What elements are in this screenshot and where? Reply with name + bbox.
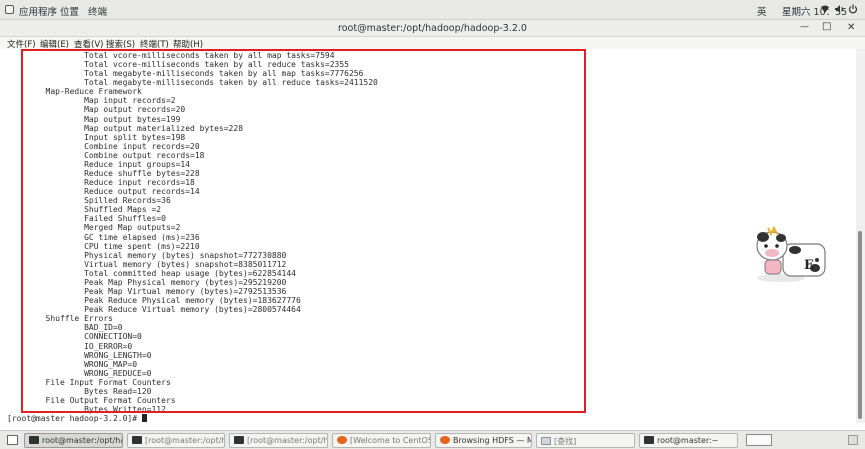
cow-mascot-image: E — [753, 220, 827, 284]
terminal-line: IO_ERROR=0 — [7, 341, 133, 351]
terminal-line: Map output records=20 — [7, 105, 186, 115]
terminal-icon — [132, 436, 142, 444]
terminal-line: Virtual memory (bytes) snapshot=83850117… — [7, 259, 287, 269]
terminal-line: Spilled Records=36 — [7, 196, 171, 206]
terminal-line: CPU time spent (ms)=2210 — [7, 241, 200, 251]
terminal-scrollbar[interactable] — [856, 49, 865, 423]
terminal-line: Map-Reduce Framework — [7, 87, 142, 97]
terminal-line: Input split bytes=198 — [7, 132, 186, 142]
terminal-line: WRONG_REDUCE=0 — [7, 368, 152, 378]
terminal-line: Reduce output records=14 — [7, 187, 200, 197]
text-cursor — [141, 414, 147, 423]
terminal-icon — [29, 436, 39, 444]
window-list-taskbar: root@master:/opt/hado... [root@master:/op… — [0, 430, 865, 449]
terminal-line: File Output Format Counters — [7, 395, 181, 405]
terminal-icon — [234, 436, 244, 444]
scrollbar-thumb[interactable] — [858, 231, 862, 419]
terminal-line: Map output bytes=199 — [7, 114, 181, 124]
maximize-button[interactable]: □ — [822, 21, 831, 32]
terminal-line: WRONG_MAP=0 — [7, 359, 138, 369]
terminal-prompt-line[interactable]: [root@master hadoop-3.2.0]# — [7, 414, 378, 423]
shell-prompt: [root@master hadoop-3.2.0]# — [7, 414, 142, 423]
places-menu[interactable]: 位置 — [60, 4, 79, 18]
search-window-icon — [541, 437, 551, 445]
terminal-app-menu[interactable]: 终端 — [88, 4, 107, 18]
taskbar-window-button[interactable]: root@master:~ — [639, 433, 738, 448]
terminal-line: Peak Reduce Physical memory (bytes)=1836… — [7, 296, 301, 306]
terminal-line: BAD_ID=0 — [7, 323, 123, 333]
taskbar-window-label: [root@master:/opt/hado... — [145, 436, 224, 445]
terminal-line: Reduce shuffle bytes=228 — [7, 169, 200, 179]
firefox-icon — [440, 436, 450, 444]
taskbar-window-label: root@master:/opt/hado... — [42, 436, 122, 445]
workspace-pager[interactable] — [746, 434, 772, 446]
top-panel: 应用程序 位置 终端 英 星期六 10：55 — [0, 0, 865, 20]
applications-menu[interactable]: 应用程序 — [19, 4, 57, 18]
terminal-line: WRONG_LENGTH=0 — [7, 350, 152, 360]
terminal-line: Combine input records=20 — [7, 141, 200, 151]
taskbar-window-label: Browsing HDFS — Mozil... — [453, 436, 531, 445]
terminal-line: CONNECTION=0 — [7, 332, 142, 342]
show-desktop-icon[interactable] — [7, 435, 18, 445]
terminal-line: Bytes Read=120 — [7, 386, 152, 396]
terminal-line: File Input Format Counters — [7, 377, 176, 387]
mascot-badge-letter: E — [804, 258, 814, 273]
terminal-line: Shuffled Maps =2 — [7, 205, 162, 215]
workspace-indicator[interactable] — [848, 435, 858, 445]
terminal-line: Total megabyte-milliseconds taken by all… — [7, 78, 378, 88]
minimize-button[interactable]: — — [800, 22, 809, 32]
power-icon[interactable] — [848, 4, 858, 17]
volume-icon[interactable] — [834, 4, 844, 17]
terminal-line: GC time elapsed (ms)=236 — [7, 232, 200, 242]
terminal-line: Shuffle Errors — [7, 314, 113, 324]
taskbar-window-label: [查找] — [554, 437, 577, 446]
terminal-menubar: 文件(F) 编辑(E) 查看(V) 搜索(S) 终端(T) 帮助(H) — [0, 37, 865, 50]
taskbar-window-label: [Welcome to CentOS — ... — [350, 436, 431, 445]
terminal-line: Total vcore-milliseconds taken by all re… — [7, 60, 349, 70]
input-method-indicator[interactable]: 英 — [757, 4, 767, 18]
taskbar-window-button[interactable]: [Welcome to CentOS — ... — [332, 433, 431, 448]
taskbar-window-button[interactable]: Browsing HDFS — Mozil... — [435, 433, 532, 448]
terminal-line: Total megabyte-milliseconds taken by all… — [7, 69, 364, 79]
taskbar-window-button[interactable]: [查找] — [536, 433, 635, 448]
terminal-line: Merged Map outputs=2 — [7, 223, 181, 233]
terminal-line: Peak Map Virtual memory (bytes)=27925135… — [7, 287, 287, 297]
terminal-line: Reduce input groups=14 — [7, 159, 191, 169]
terminal-line: Map input records=2 — [7, 96, 176, 106]
taskbar-window-label: root@master:~ — [657, 436, 719, 445]
taskbar-window-label: [root@master:/opt/hado... — [247, 436, 328, 445]
terminal-text: Total vcore-milliseconds taken by all ma… — [7, 51, 378, 423]
terminal-icon — [644, 436, 654, 444]
terminal-line: Total committed heap usage (bytes)=62285… — [7, 268, 296, 278]
terminal-line: Physical memory (bytes) snapshot=7727308… — [7, 250, 287, 260]
terminal-line: Map output materialized bytes=228 — [7, 123, 244, 133]
taskbar-window-button[interactable]: root@master:/opt/hado... — [24, 433, 123, 448]
taskbar-window-button[interactable]: [root@master:/opt/hado... — [229, 433, 328, 448]
close-button[interactable]: ✕ — [847, 22, 855, 33]
firefox-icon — [337, 436, 347, 444]
terminal-line: Failed Shuffles=0 — [7, 214, 166, 224]
terminal-line: Combine output records=18 — [7, 150, 205, 160]
applications-icon[interactable] — [5, 5, 14, 14]
window-title: root@master:/opt/hadoop/hadoop-3.2.0 — [338, 23, 527, 34]
terminal-output[interactable]: Total vcore-milliseconds taken by all ma… — [0, 49, 856, 423]
terminal-line: Bytes Written=112 — [7, 405, 166, 415]
window-titlebar[interactable]: root@master:/opt/hadoop/hadoop-3.2.0 — □… — [0, 20, 865, 37]
terminal-line: Peak Reduce Virtual memory (bytes)=28005… — [7, 305, 301, 315]
terminal-line: Total vcore-milliseconds taken by all ma… — [7, 51, 335, 60]
network-icon[interactable] — [820, 4, 830, 17]
terminal-line: Reduce input records=18 — [7, 178, 195, 188]
terminal-line: Peak Map Physical memory (bytes)=2952192… — [7, 277, 287, 287]
taskbar-window-button[interactable]: [root@master:/opt/hado... — [127, 433, 225, 448]
